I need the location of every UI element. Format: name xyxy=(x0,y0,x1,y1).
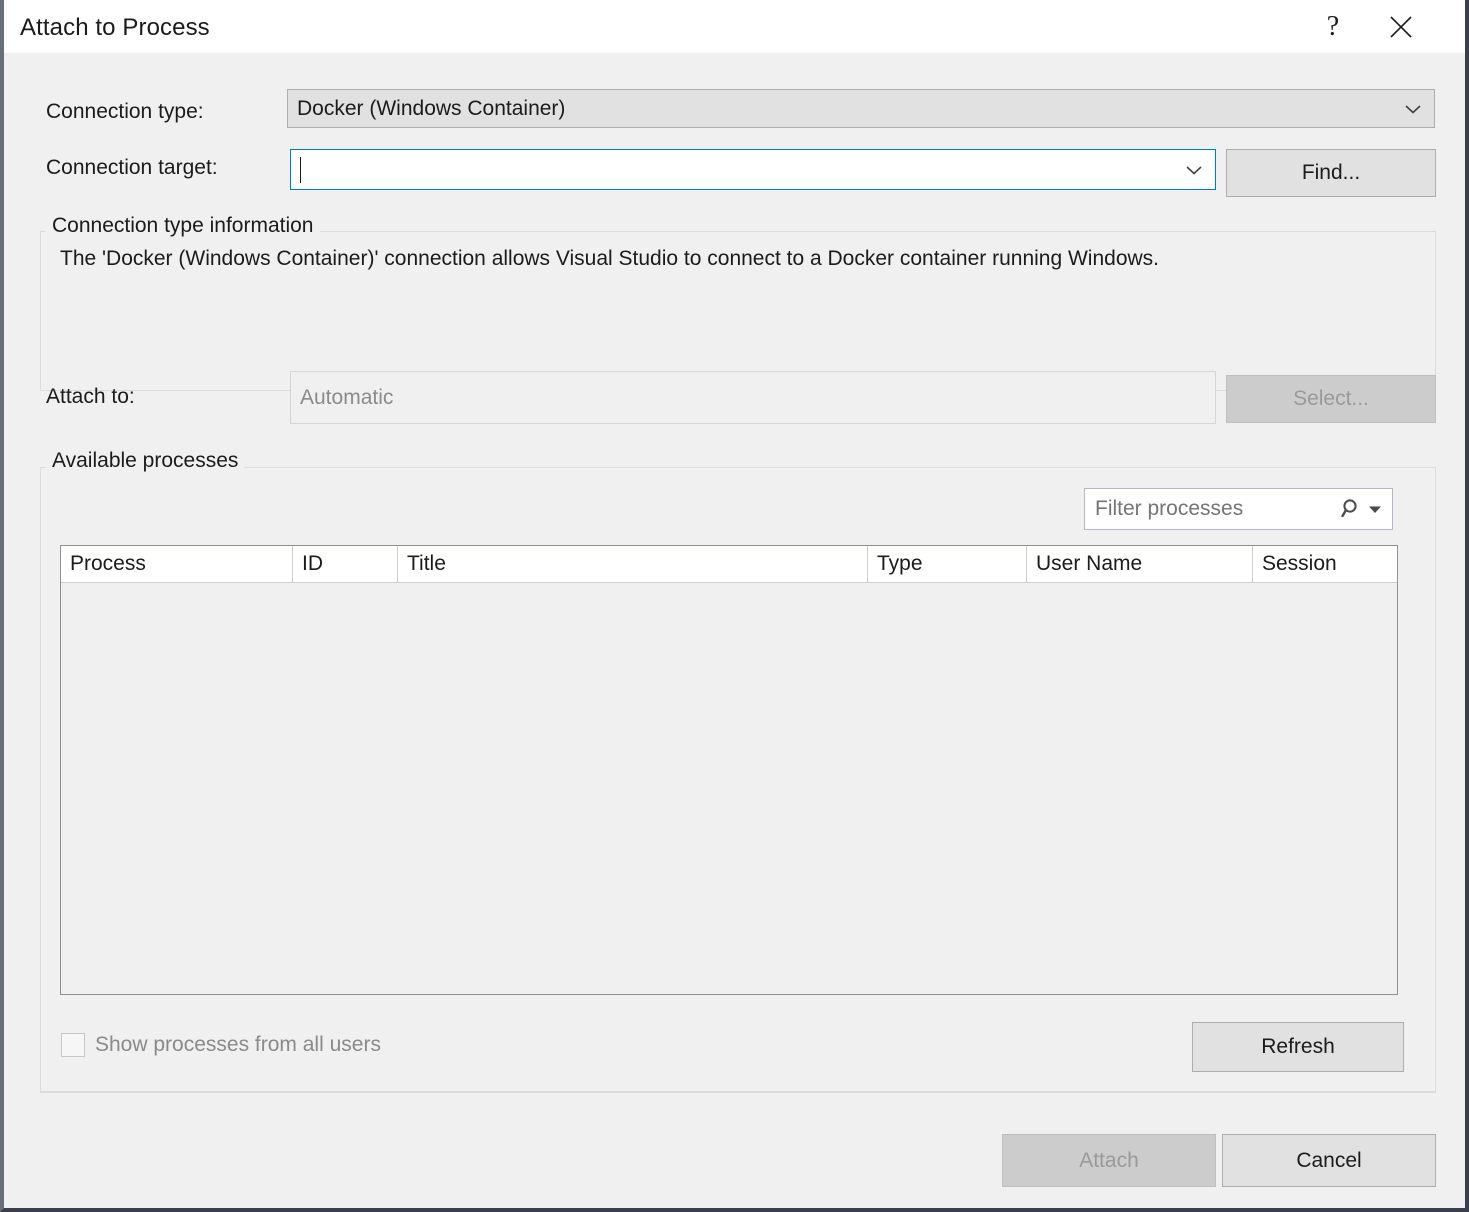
chevron-down-icon[interactable] xyxy=(1185,164,1203,176)
column-header-type[interactable]: Type xyxy=(868,546,1027,582)
column-header-id[interactable]: ID xyxy=(293,546,398,582)
column-header-process[interactable]: Process xyxy=(61,546,293,582)
connection-target-input[interactable] xyxy=(300,156,1164,186)
attach-to-value: Automatic xyxy=(291,386,393,410)
help-button[interactable]: ? xyxy=(1303,0,1363,53)
column-header-session[interactable]: Session xyxy=(1253,546,1397,582)
select-button[interactable]: Select... xyxy=(1226,375,1436,423)
connection-type-information-text: The 'Docker (Windows Container)' connect… xyxy=(60,247,1159,271)
attach-button[interactable]: Attach xyxy=(1002,1134,1216,1187)
close-button[interactable] xyxy=(1371,0,1431,53)
connection-type-label: Connection type: xyxy=(46,100,204,124)
connection-target-combo[interactable] xyxy=(290,149,1216,190)
process-list-header: Process ID Title Type User Name Session xyxy=(61,546,1397,583)
show-all-users-checkbox[interactable] xyxy=(61,1033,85,1057)
available-processes-title: Available processes xyxy=(46,449,244,473)
show-all-users-row[interactable]: Show processes from all users xyxy=(61,1033,381,1057)
dialog-body: Connection type: Docker (Windows Contain… xyxy=(4,53,1465,1208)
attach-to-process-dialog: Attach to Process ? Connection type: Doc… xyxy=(0,0,1469,1212)
page-title: Attach to Process xyxy=(20,14,210,42)
question-mark-icon: ? xyxy=(1327,11,1339,43)
show-all-users-label: Show processes from all users xyxy=(95,1033,381,1057)
title-bar: Attach to Process ? xyxy=(4,0,1465,53)
chevron-down-icon[interactable] xyxy=(1368,504,1382,514)
column-header-user-name[interactable]: User Name xyxy=(1027,546,1253,582)
close-icon xyxy=(1388,14,1414,40)
cancel-button[interactable]: Cancel xyxy=(1222,1134,1436,1187)
process-list[interactable]: Process ID Title Type User Name Session xyxy=(60,545,1398,995)
filter-processes-box[interactable] xyxy=(1084,488,1393,530)
footer-divider xyxy=(40,1092,1436,1093)
search-icon[interactable] xyxy=(1340,497,1364,521)
attach-to-field: Automatic xyxy=(290,371,1216,424)
find-button[interactable]: Find... xyxy=(1226,149,1436,197)
connection-target-label: Connection target: xyxy=(46,156,218,180)
chevron-down-icon xyxy=(1404,103,1422,115)
refresh-button[interactable]: Refresh xyxy=(1192,1022,1404,1072)
process-list-body[interactable] xyxy=(61,583,1397,994)
connection-type-combo[interactable]: Docker (Windows Container) xyxy=(287,89,1435,128)
connection-type-information-title: Connection type information xyxy=(46,214,320,238)
filter-processes-input[interactable] xyxy=(1085,496,1340,522)
column-header-title[interactable]: Title xyxy=(398,546,868,582)
connection-type-value: Docker (Windows Container) xyxy=(288,97,565,121)
attach-to-label: Attach to: xyxy=(46,385,135,409)
